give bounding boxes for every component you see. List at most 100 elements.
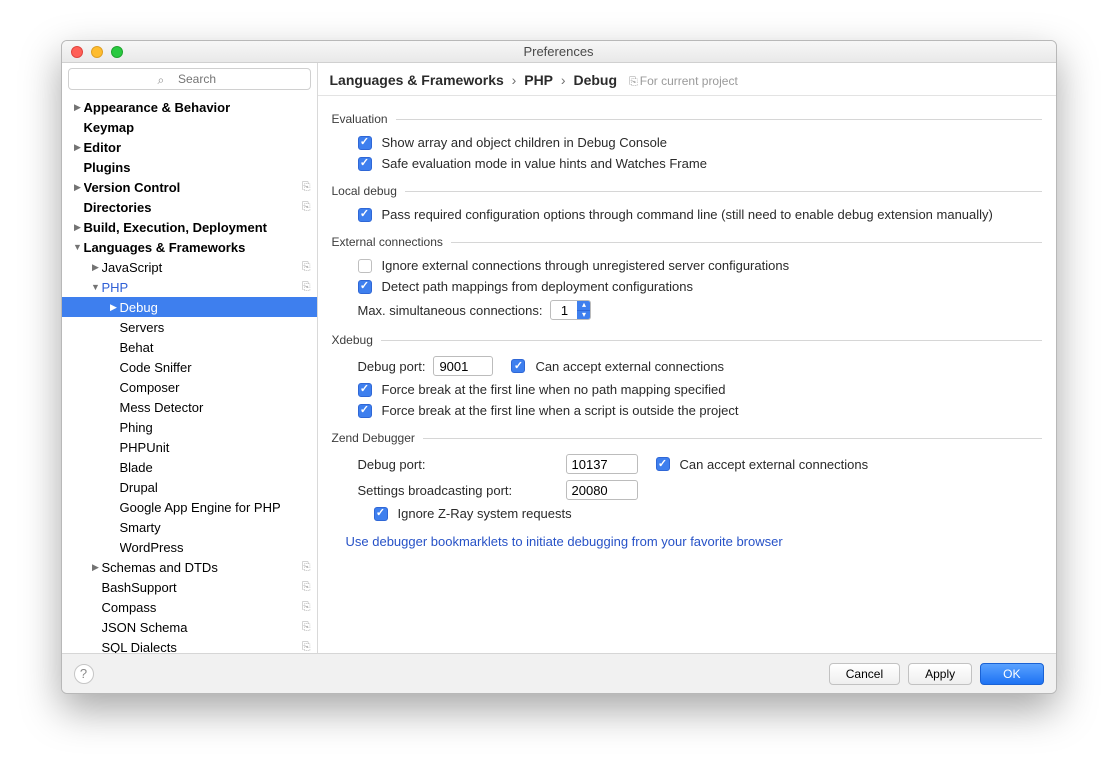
project-scope-icon: ⎘ bbox=[302, 201, 311, 214]
checkbox-xdebug-break-outside[interactable] bbox=[358, 404, 372, 418]
tree-item-label: Smarty bbox=[120, 520, 311, 535]
section-xdebug: Xdebug Debug port: Can accept external c… bbox=[332, 333, 1042, 421]
checkbox-label: Can accept external connections bbox=[535, 359, 724, 374]
tree-item-label: Plugins bbox=[84, 160, 311, 175]
caret-right-icon[interactable] bbox=[90, 562, 102, 573]
tree-item-label: JSON Schema bbox=[102, 620, 302, 635]
tree-item[interactable]: Blade bbox=[62, 457, 317, 477]
tree-item-label: SQL Dialects bbox=[102, 640, 302, 654]
tree-item-label: Editor bbox=[84, 140, 311, 155]
tree-item[interactable]: Directories⎘ bbox=[62, 197, 317, 217]
bookmarklets-link[interactable]: Use debugger bookmarklets to initiate de… bbox=[332, 524, 783, 549]
project-scope-icon: ⎘ bbox=[302, 621, 311, 634]
tree-item[interactable]: Composer bbox=[62, 377, 317, 397]
tree-item[interactable]: Mess Detector bbox=[62, 397, 317, 417]
caret-right-icon[interactable] bbox=[72, 222, 84, 233]
checkbox-ext-ignore[interactable] bbox=[358, 259, 372, 273]
zend-port-label: Debug port: bbox=[358, 457, 558, 472]
crumb-sep: › bbox=[508, 72, 521, 88]
tree-item[interactable]: JavaScript⎘ bbox=[62, 257, 317, 277]
section-title: Evaluation bbox=[332, 112, 388, 126]
tree-item[interactable]: PHP⎘ bbox=[62, 277, 317, 297]
tree-item[interactable]: Languages & Frameworks bbox=[62, 237, 317, 257]
tree-item-label: Servers bbox=[120, 320, 311, 335]
apply-button[interactable]: Apply bbox=[908, 663, 972, 685]
tree-item[interactable]: Smarty bbox=[62, 517, 317, 537]
ok-button[interactable]: OK bbox=[980, 663, 1043, 685]
tree-item[interactable]: Appearance & Behavior bbox=[62, 97, 317, 117]
project-scope-icon: ⎘ bbox=[302, 181, 311, 194]
checkbox-zend-ignore-zray[interactable] bbox=[374, 507, 388, 521]
tree-item-label: PHPUnit bbox=[120, 440, 311, 455]
tree-item[interactable]: Google App Engine for PHP bbox=[62, 497, 317, 517]
tree-item[interactable]: Build, Execution, Deployment bbox=[62, 217, 317, 237]
tree-item[interactable]: Schemas and DTDs⎘ bbox=[62, 557, 317, 577]
tree-item[interactable]: Behat bbox=[62, 337, 317, 357]
tree-item[interactable]: Code Sniffer bbox=[62, 357, 317, 377]
tree-item-label: BashSupport bbox=[102, 580, 302, 595]
tree-item[interactable]: Debug bbox=[62, 297, 317, 317]
zend-bcast-input[interactable] bbox=[566, 480, 638, 500]
settings-tree[interactable]: Appearance & Behavior Keymap Editor Plugins… bbox=[62, 95, 317, 653]
checkbox-local-pass-config[interactable] bbox=[358, 208, 372, 222]
tree-item[interactable]: SQL Dialects⎘ bbox=[62, 637, 317, 653]
tree-item[interactable]: Phing bbox=[62, 417, 317, 437]
tree-item[interactable]: Servers bbox=[62, 317, 317, 337]
caret-right-icon[interactable] bbox=[72, 102, 84, 113]
titlebar: Preferences bbox=[62, 41, 1056, 63]
max-conn-stepper[interactable]: ▴▾ bbox=[550, 300, 591, 320]
section-title: Zend Debugger bbox=[332, 431, 415, 445]
project-scope-icon: ⎘ bbox=[302, 281, 311, 294]
section-local-debug: Local debug Pass required configuration … bbox=[332, 184, 1042, 225]
tree-item[interactable]: PHPUnit bbox=[62, 437, 317, 457]
tree-item[interactable]: WordPress bbox=[62, 537, 317, 557]
tree-item-label: Schemas and DTDs bbox=[102, 560, 302, 575]
max-conn-input[interactable] bbox=[551, 303, 577, 318]
checkbox-label: Ignore Z-Ray system requests bbox=[398, 506, 572, 521]
tree-item-label: WordPress bbox=[120, 540, 311, 555]
caret-right-icon[interactable] bbox=[90, 262, 102, 273]
tree-item[interactable]: BashSupport⎘ bbox=[62, 577, 317, 597]
zend-bcast-label: Settings broadcasting port: bbox=[358, 483, 558, 498]
search-input[interactable] bbox=[68, 68, 311, 90]
section-title: Xdebug bbox=[332, 333, 373, 347]
help-button[interactable]: ? bbox=[74, 664, 94, 684]
caret-right-icon[interactable] bbox=[72, 182, 84, 193]
tree-item[interactable]: Compass⎘ bbox=[62, 597, 317, 617]
tree-item-label: Languages & Frameworks bbox=[84, 240, 311, 255]
crumb-sep: › bbox=[557, 72, 570, 88]
zend-port-input[interactable] bbox=[566, 454, 638, 474]
tree-item-label: Debug bbox=[120, 300, 311, 315]
tree-item-label: Phing bbox=[120, 420, 311, 435]
checkbox-ext-detect-mappings[interactable] bbox=[358, 280, 372, 294]
checkbox-eval-show-children[interactable] bbox=[358, 136, 372, 150]
section-title: Local debug bbox=[332, 184, 397, 198]
checkbox-zend-accept-ext[interactable] bbox=[656, 457, 670, 471]
tree-item[interactable]: Keymap bbox=[62, 117, 317, 137]
tree-item-label: Build, Execution, Deployment bbox=[84, 220, 311, 235]
sidebar: ⌕ Appearance & BehaviorKeymapEditorPlugi… bbox=[62, 63, 318, 653]
checkbox-label: Ignore external connections through unre… bbox=[382, 258, 790, 273]
tree-item[interactable]: Editor bbox=[62, 137, 317, 157]
tree-item[interactable]: Drupal bbox=[62, 477, 317, 497]
checkbox-eval-safe-mode[interactable] bbox=[358, 157, 372, 171]
checkbox-label: Show array and object children in Debug … bbox=[382, 135, 667, 150]
checkbox-xdebug-accept-ext[interactable] bbox=[511, 359, 525, 373]
scope-label: ⎘For current project bbox=[621, 74, 738, 88]
caret-down-icon[interactable] bbox=[90, 282, 102, 292]
tree-item[interactable]: JSON Schema⎘ bbox=[62, 617, 317, 637]
stepper-down-icon[interactable]: ▾ bbox=[577, 310, 590, 319]
checkbox-xdebug-break-nomapping[interactable] bbox=[358, 383, 372, 397]
stepper-up-icon[interactable]: ▴ bbox=[577, 301, 590, 310]
tree-item-label: Mess Detector bbox=[120, 400, 311, 415]
xdebug-port-input[interactable] bbox=[433, 356, 493, 376]
tree-item-label: Keymap bbox=[84, 120, 311, 135]
tree-item[interactable]: Plugins bbox=[62, 157, 317, 177]
tree-item[interactable]: Version Control⎘ bbox=[62, 177, 317, 197]
caret-right-icon[interactable] bbox=[72, 142, 84, 153]
caret-right-icon[interactable] bbox=[108, 302, 120, 313]
tree-item-label: Composer bbox=[120, 380, 311, 395]
caret-down-icon[interactable] bbox=[72, 242, 84, 252]
max-conn-label: Max. simultaneous connections: bbox=[358, 303, 543, 318]
cancel-button[interactable]: Cancel bbox=[829, 663, 900, 685]
